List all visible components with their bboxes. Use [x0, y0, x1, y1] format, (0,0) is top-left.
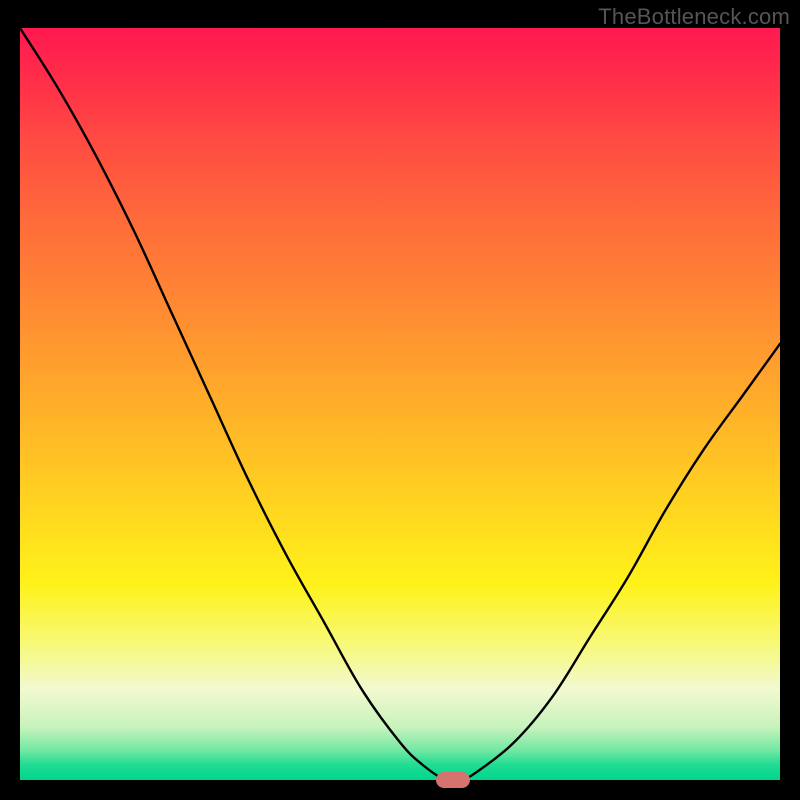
chart-frame: TheBottleneck.com	[0, 0, 800, 800]
watermark-text: TheBottleneck.com	[598, 4, 790, 30]
plot-area	[20, 28, 780, 780]
optimum-marker	[436, 772, 470, 788]
bottleneck-curve	[20, 28, 780, 780]
